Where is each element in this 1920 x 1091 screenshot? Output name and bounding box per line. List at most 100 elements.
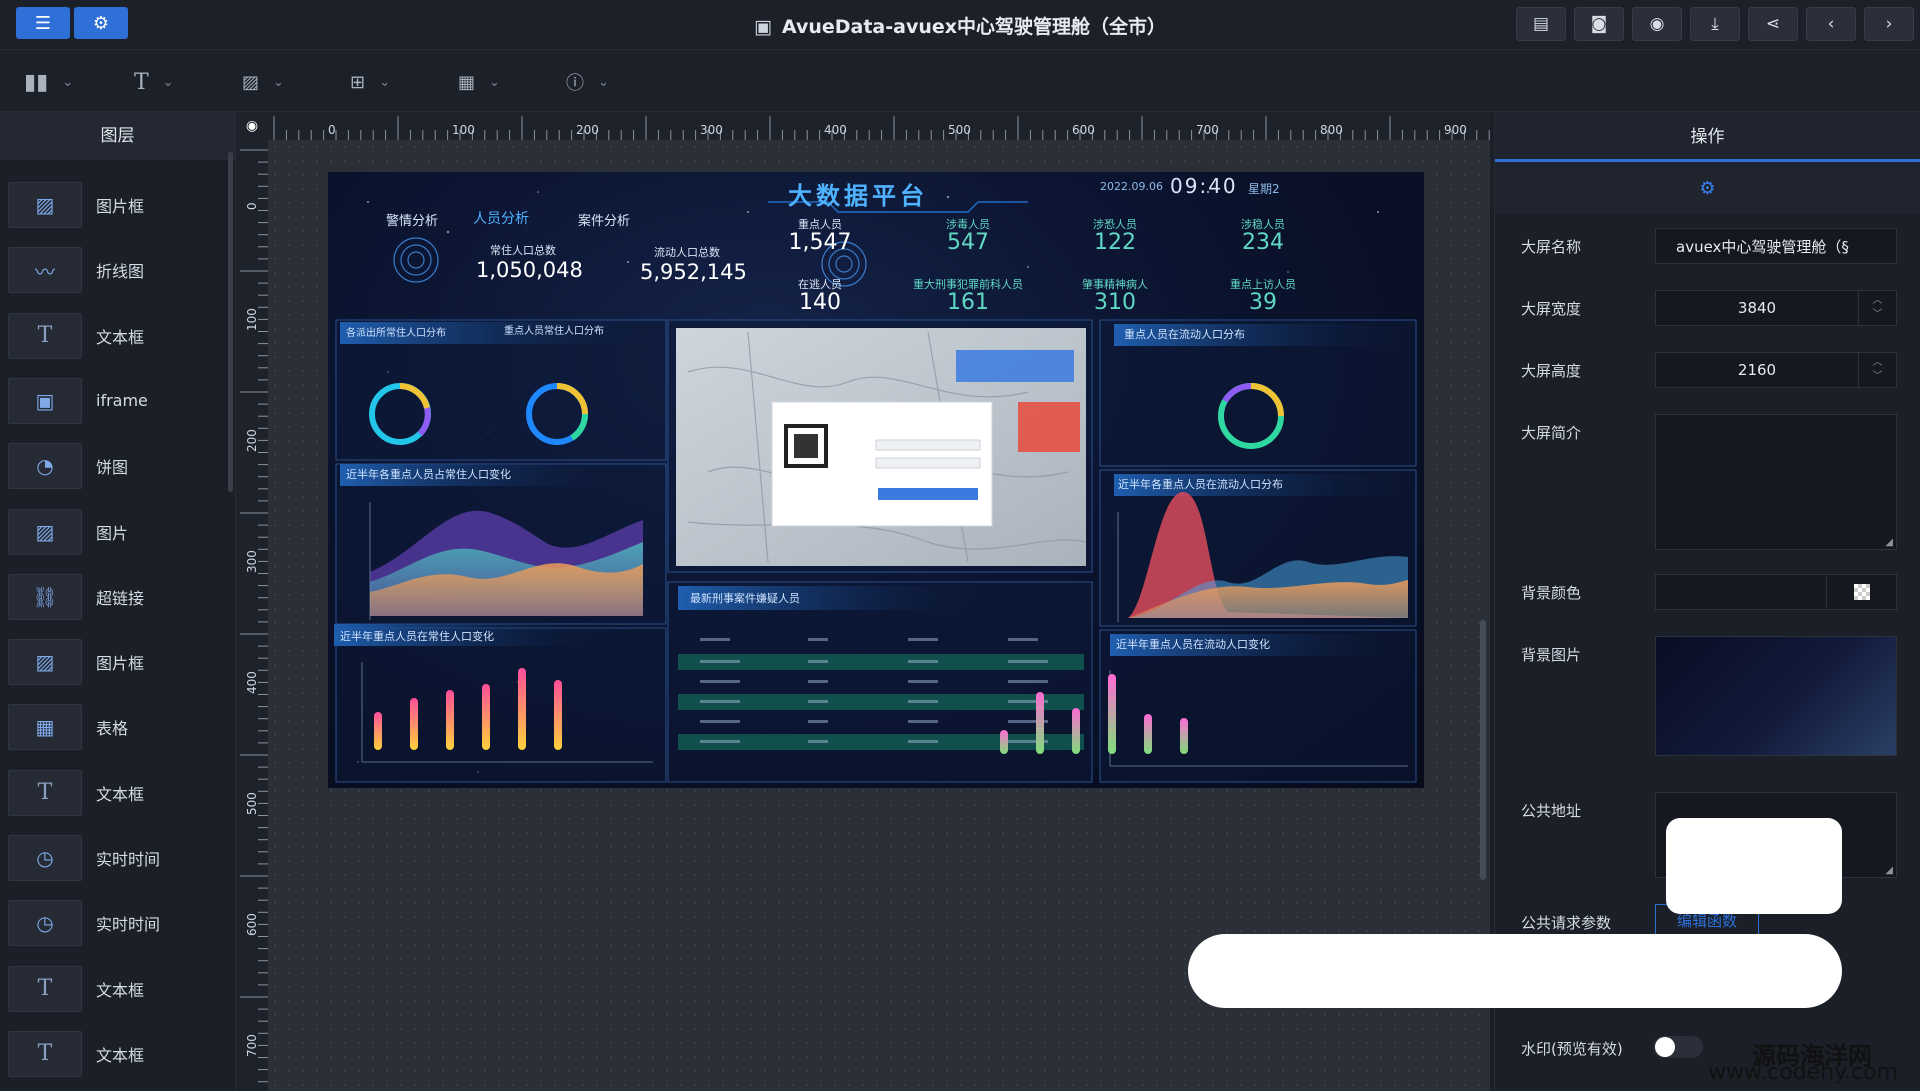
dashboard-time: 09:40 [1170,174,1238,198]
layer-item-label: 图片 [96,523,129,543]
preview-button[interactable]: ◉ [1632,7,1682,41]
image-icon: ▨ [8,508,82,555]
layer-panel-header: 图层 [0,112,235,160]
eye-icon: ◉ [245,118,259,134]
ruler-label: 200 [245,429,259,452]
chevron-up-icon: ︿ [1872,357,1883,368]
panel-title-resident-bar: 近半年重点人员在常住人口变化 [340,630,494,643]
width-stepper[interactable]: ︿ ﹀ [1858,291,1896,325]
layer-item[interactable]: ◷ 实时时间 [8,898,228,948]
clock-icon: ◷ [8,900,82,947]
chevron-down-icon: ﹀ [1872,309,1883,320]
ruler-label: 300 [700,123,723,137]
bg-image-preview[interactable] [1655,636,1897,756]
redaction-overlay [1188,934,1842,1008]
link-icon: ⛓ [8,573,82,620]
undo-button[interactable]: ‹ [1806,7,1856,41]
chart-bar [1180,718,1188,754]
image-tool[interactable]: ▨ ⌄ [242,70,284,94]
info-icon: ⓘ [566,73,584,94]
layer-item[interactable]: ◔ 饼图 [8,441,228,491]
download-button[interactable]: ⤓ [1690,7,1740,41]
layer-item[interactable]: T 文本框 [8,1029,228,1079]
color-swatch [1853,584,1870,600]
tab-case-analysis[interactable]: 案件分析 [578,210,630,229]
image-icon: ▨ [242,71,260,93]
table-icon: ▦ [8,704,82,751]
layer-item-label: 超链接 [96,588,145,608]
chart-tool[interactable]: ▮▮ ⌄ [24,69,73,95]
camera-icon: ◙ [1590,14,1608,34]
text-icon: T [8,1030,82,1077]
share-button[interactable]: ⋖ [1748,7,1798,41]
info-tool[interactable]: ⓘ ⌄ [566,70,609,94]
resident-total-label: 常住人口总数 [490,244,556,257]
tab-operations[interactable]: 操作 [1495,112,1920,162]
layer-item[interactable]: ⛓ 超链接 [8,572,228,622]
ruler-label: 300 [245,550,259,573]
tab-personnel-analysis[interactable]: 人员分析 [473,208,529,228]
name-input[interactable]: avuex中心驾驶管理舱（§ [1655,228,1897,264]
description-textarea[interactable]: ◢ [1655,414,1897,550]
ruler-label: 800 [1320,123,1343,137]
text-icon: T [8,965,82,1012]
height-label: 大屏高度 [1521,362,1582,380]
layer-item[interactable]: T 文本框 [8,964,228,1014]
resize-handle-icon: ◢ [1885,865,1893,876]
dashboard-preview[interactable]: 大数据平台 2022.09.06 09:40 星期2 警情分析 人员分析 案件分… [328,172,1424,788]
layer-item[interactable]: T 文本框 [8,311,228,361]
ruler-label: 700 [245,1034,259,1057]
layer-item-label: 实时时间 [96,850,161,869]
layer-scrollbar[interactable] [228,152,233,492]
vertical-ruler: 0 100 200 300 400 500 600 700 [236,140,268,1091]
layer-item[interactable]: ▣ iframe [8,376,228,426]
width-label: 大屏宽度 [1521,300,1582,318]
ruler-toggle[interactable]: ◉ [236,112,268,140]
width-input[interactable]: 3840 ︿ ﹀ [1655,290,1897,326]
stat-value: 310 [1094,290,1136,315]
bg-color-input[interactable] [1655,574,1897,610]
watermark-toggle[interactable] [1653,1036,1703,1058]
text-icon: T [8,312,82,359]
chart-bar [1108,674,1116,754]
layer-item[interactable]: ▨ 图片框 [8,637,228,687]
chart-bar [446,690,454,750]
chevron-up-icon: ︿ [1872,295,1883,306]
clock-icon: ◷ [8,835,82,881]
layer-item[interactable]: ▨ 图片 [8,507,228,557]
layer-panel: 图层 ▨ 图片框〰折线图 T 文本框 ▣ iframe ◔ 饼图 ▨ 图片 ⛓ 超链接 ▨ 图片框 ▦ 表格 T… [0,112,236,1091]
canvas-scrollbar[interactable] [1480,620,1486,880]
grid-icon: ⊞ [350,71,366,93]
text-icon: T [134,69,149,95]
layer-item[interactable]: ◷ 实时时间 [8,833,228,883]
presentation-icon: ▣ [753,16,772,38]
panel-title-suspects: 最新刑事案件嫌疑人员 [690,592,800,605]
tab-police-analysis[interactable]: 警情分析 [386,210,438,229]
color-picker[interactable] [1826,575,1896,609]
ruler-label: 500 [245,792,259,815]
layer-item[interactable]: ▨ 图片框 [8,180,228,230]
component-toolbar: ▮▮ ⌄ T ⌄ ▨ ⌄ ⊞ ⌄ ▦ ⌄ ⓘ ⌄ [0,50,1920,112]
height-input[interactable]: 2160 ︿ ﹀ [1655,352,1897,388]
text-tool[interactable]: T ⌄ [134,69,174,95]
panel-title-floating-dist: 重点人员在流动人口分布 [1124,328,1245,341]
document-icon: ▤ [1532,14,1550,34]
layer-item-label: 实时时间 [96,915,161,935]
widget-tool[interactable]: ⊞ ⌄ [350,70,390,94]
dashboard-date: 2022.09.06 [1100,180,1163,193]
dashboard-weekday: 星期2 [1248,182,1280,196]
settings-tab[interactable]: ⚙ [1495,162,1920,214]
screenshot-button[interactable]: ◙ [1574,7,1624,41]
redo-button[interactable]: › [1864,7,1914,41]
layer-item[interactable]: T 文本框 [8,768,228,818]
name-label: 大屏名称 [1521,238,1582,256]
layer-item-label: 饼图 [96,458,129,478]
layer-item[interactable]: ▦ 表格 [8,702,228,752]
table-tool[interactable]: ▦ ⌄ [458,70,500,94]
chevron-down-icon: ⌄ [379,74,390,90]
bar-chart-icon: ▮▮ [24,69,49,95]
layer-item[interactable]: 〰折线图 [8,245,228,295]
height-stepper[interactable]: ︿ ﹀ [1858,353,1896,387]
notes-button[interactable]: ▤ [1516,7,1566,41]
panel-title-floating-bar: 近半年重点人员在流动人口变化 [1116,638,1270,651]
